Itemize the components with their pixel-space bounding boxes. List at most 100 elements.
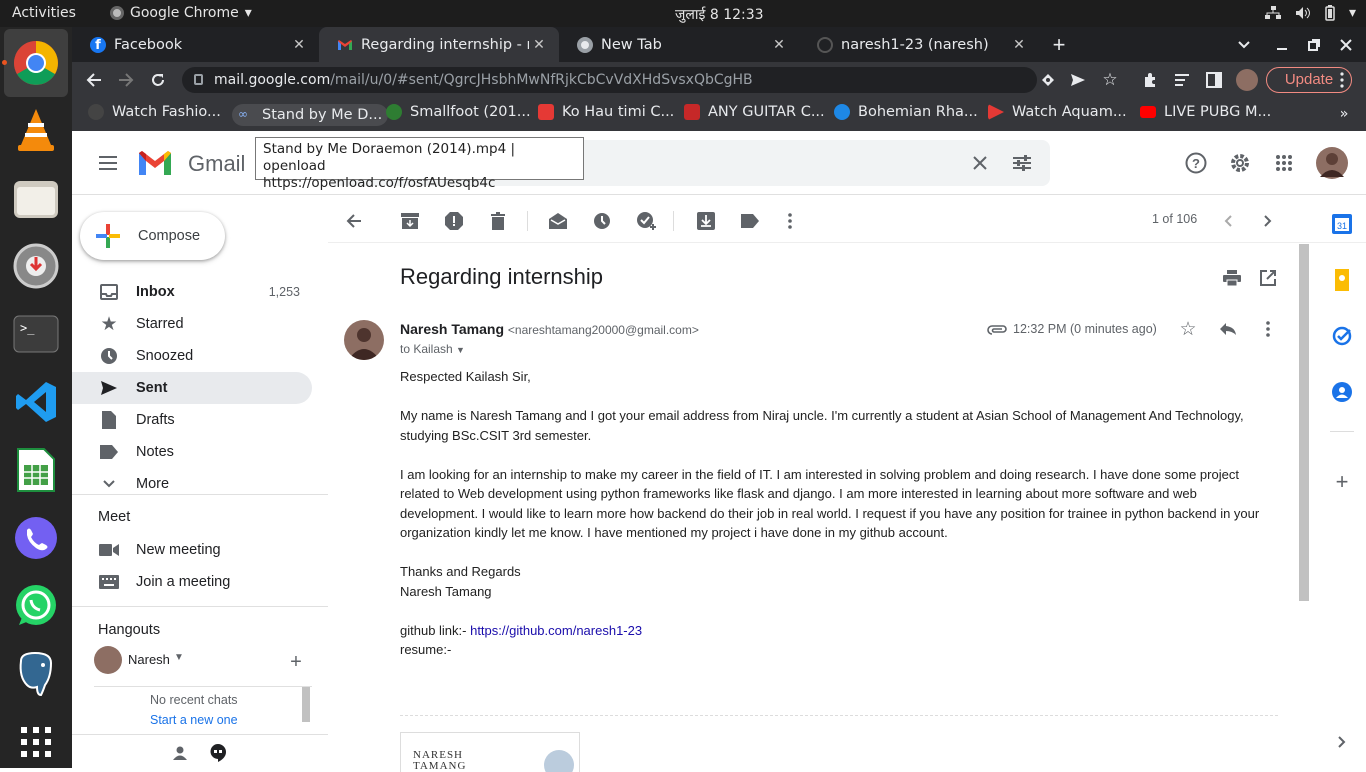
kebab-menu-icon[interactable]	[1332, 70, 1352, 90]
attachment-thumbnail[interactable]: NARESH TAMANG	[400, 732, 580, 772]
hangouts-avatar[interactable]	[94, 646, 122, 674]
move-to-icon[interactable]	[696, 211, 716, 231]
older-chevron-icon[interactable]	[1258, 211, 1278, 231]
start-chat-link[interactable]: Start a new one	[150, 713, 238, 727]
star-outline-icon[interactable]: ☆	[1178, 319, 1198, 340]
tasks-icon[interactable]	[1330, 324, 1354, 348]
main-menu-icon[interactable]	[96, 151, 120, 175]
close-icon[interactable]: ✕	[289, 37, 309, 53]
hangouts-scrollbar[interactable]	[302, 687, 310, 722]
calendar-icon[interactable]: 31	[1330, 212, 1354, 236]
dock-show-apps[interactable]	[11, 717, 61, 767]
side-panel-icon[interactable]	[1204, 70, 1224, 90]
bookmark-item[interactable]: Watch Fashio...	[88, 104, 221, 120]
dock-viber[interactable]	[11, 513, 61, 563]
label-tag-icon[interactable]	[740, 211, 760, 231]
send-icon[interactable]	[1068, 70, 1088, 90]
join-meeting[interactable]: Join a meeting	[72, 566, 312, 598]
dock-vlc[interactable]	[11, 105, 61, 155]
more-vert-icon[interactable]	[780, 211, 800, 231]
more-bookmarks-icon[interactable]: »	[1334, 104, 1354, 124]
dock-terminal[interactable]: >_	[11, 309, 61, 359]
add-task-icon[interactable]	[636, 211, 656, 231]
address-bar[interactable]: mail.google.com/mail/u/0/#sent/QgrcJHsbh…	[182, 67, 1037, 93]
print-icon[interactable]	[1222, 268, 1242, 288]
nav-starred[interactable]: ★ Starred	[72, 308, 312, 340]
clock[interactable]: जुलाई 8 12:33	[675, 5, 764, 24]
nav-sent[interactable]: Sent	[72, 372, 312, 404]
bookmark-item[interactable]: Watch Aquam...	[988, 104, 1127, 120]
bookmark-item[interactable]: LIVE PUBG M...	[1140, 104, 1271, 120]
contacts-icon[interactable]	[1330, 380, 1354, 404]
nav-inbox[interactable]: Inbox 1,253	[72, 276, 312, 308]
chevron-down-icon[interactable]: ▼	[174, 652, 184, 663]
bookmark-item[interactable]: ∞ Stand by Me D...	[232, 104, 389, 126]
hangouts-chat-icon[interactable]	[208, 743, 228, 763]
get-addons-plus-icon[interactable]: +	[1330, 469, 1354, 494]
message-scrollbar[interactable]	[1299, 244, 1309, 601]
sender-name[interactable]: Naresh Tamang	[400, 321, 504, 337]
newer-chevron-icon[interactable]	[1218, 211, 1238, 231]
bookmark-item[interactable]: Bohemian Rha...	[834, 104, 978, 120]
dock-whatsapp[interactable]	[11, 581, 61, 631]
clear-search-icon[interactable]	[968, 151, 992, 175]
dock-vscode[interactable]	[11, 377, 61, 427]
snooze-clock-icon[interactable]	[592, 211, 612, 231]
nav-snoozed[interactable]: Snoozed	[72, 340, 312, 372]
open-new-window-icon[interactable]	[1258, 268, 1278, 288]
bookmark-item[interactable]: Ko Hau timi C...	[538, 104, 674, 120]
bookmark-star-icon[interactable]: ☆	[1100, 70, 1120, 90]
settings-gear-icon[interactable]	[1228, 151, 1252, 175]
tab-gmail[interactable]: Regarding internship - na ✕	[319, 27, 559, 62]
close-icon[interactable]: ✕	[529, 37, 549, 53]
app-menu[interactable]: Google Chrome ▾	[110, 5, 252, 21]
dock-calc[interactable]	[11, 445, 61, 495]
tab-search-chevron-icon[interactable]	[1234, 35, 1254, 55]
reload-icon[interactable]	[148, 70, 168, 90]
hangouts-user[interactable]: Naresh	[128, 652, 170, 667]
reply-icon[interactable]	[1218, 319, 1238, 339]
google-apps-icon[interactable]	[1272, 151, 1296, 175]
system-tray[interactable]: ▾	[1264, 5, 1356, 21]
show-side-panel-chevron-icon[interactable]	[1330, 730, 1354, 754]
minimize-icon[interactable]	[1272, 35, 1292, 55]
dock-chrome[interactable]	[2, 29, 68, 97]
search-options-icon[interactable]	[1010, 151, 1034, 175]
close-window-icon[interactable]	[1336, 35, 1356, 55]
lens-icon[interactable]	[1038, 70, 1058, 90]
back-icon[interactable]	[84, 70, 104, 90]
tab-facebook[interactable]: f Facebook ✕	[72, 27, 319, 62]
nav-notes[interactable]: Notes	[72, 436, 312, 468]
nav-more[interactable]: More	[72, 468, 312, 500]
forward-icon[interactable]	[116, 70, 136, 90]
github-link[interactable]: https://github.com/naresh1-23	[470, 623, 642, 638]
dock-files[interactable]	[11, 173, 61, 223]
bookmark-item[interactable]: ANY GUITAR C...	[684, 104, 825, 120]
tab-new-tab[interactable]: New Tab ✕	[559, 27, 799, 62]
reading-list-icon[interactable]	[1172, 70, 1192, 90]
dock-postgresql[interactable]	[11, 649, 61, 699]
restore-icon[interactable]	[1304, 35, 1324, 55]
tab-github[interactable]: naresh1-23 (naresh) ✕	[799, 27, 1039, 62]
dock-disk-utility[interactable]	[11, 241, 61, 291]
chevron-down-icon[interactable]: ▼	[456, 345, 465, 355]
keep-icon[interactable]	[1330, 268, 1354, 292]
activities-button[interactable]: Activities	[12, 5, 76, 21]
sender-avatar[interactable]	[344, 320, 384, 360]
new-meeting[interactable]: New meeting	[72, 534, 312, 566]
recipients[interactable]: to Kailash ▼	[400, 342, 699, 356]
bookmark-item[interactable]: Smallfoot (201...	[386, 104, 531, 120]
mark-unread-icon[interactable]	[548, 211, 568, 231]
add-chat-plus-icon[interactable]: +	[286, 651, 306, 673]
archive-icon[interactable]	[400, 211, 420, 231]
back-arrow-icon[interactable]	[344, 211, 364, 231]
extensions-icon[interactable]	[1140, 70, 1160, 90]
new-tab-plus-icon[interactable]: +	[1048, 32, 1070, 57]
close-icon[interactable]: ✕	[769, 37, 789, 53]
account-avatar[interactable]	[1316, 147, 1348, 179]
nav-drafts[interactable]: Drafts	[72, 404, 312, 436]
help-icon[interactable]: ?	[1184, 151, 1208, 175]
close-icon[interactable]: ✕	[1009, 37, 1029, 53]
gmail-logo-icon[interactable]	[136, 147, 174, 179]
delete-icon[interactable]	[488, 211, 508, 231]
